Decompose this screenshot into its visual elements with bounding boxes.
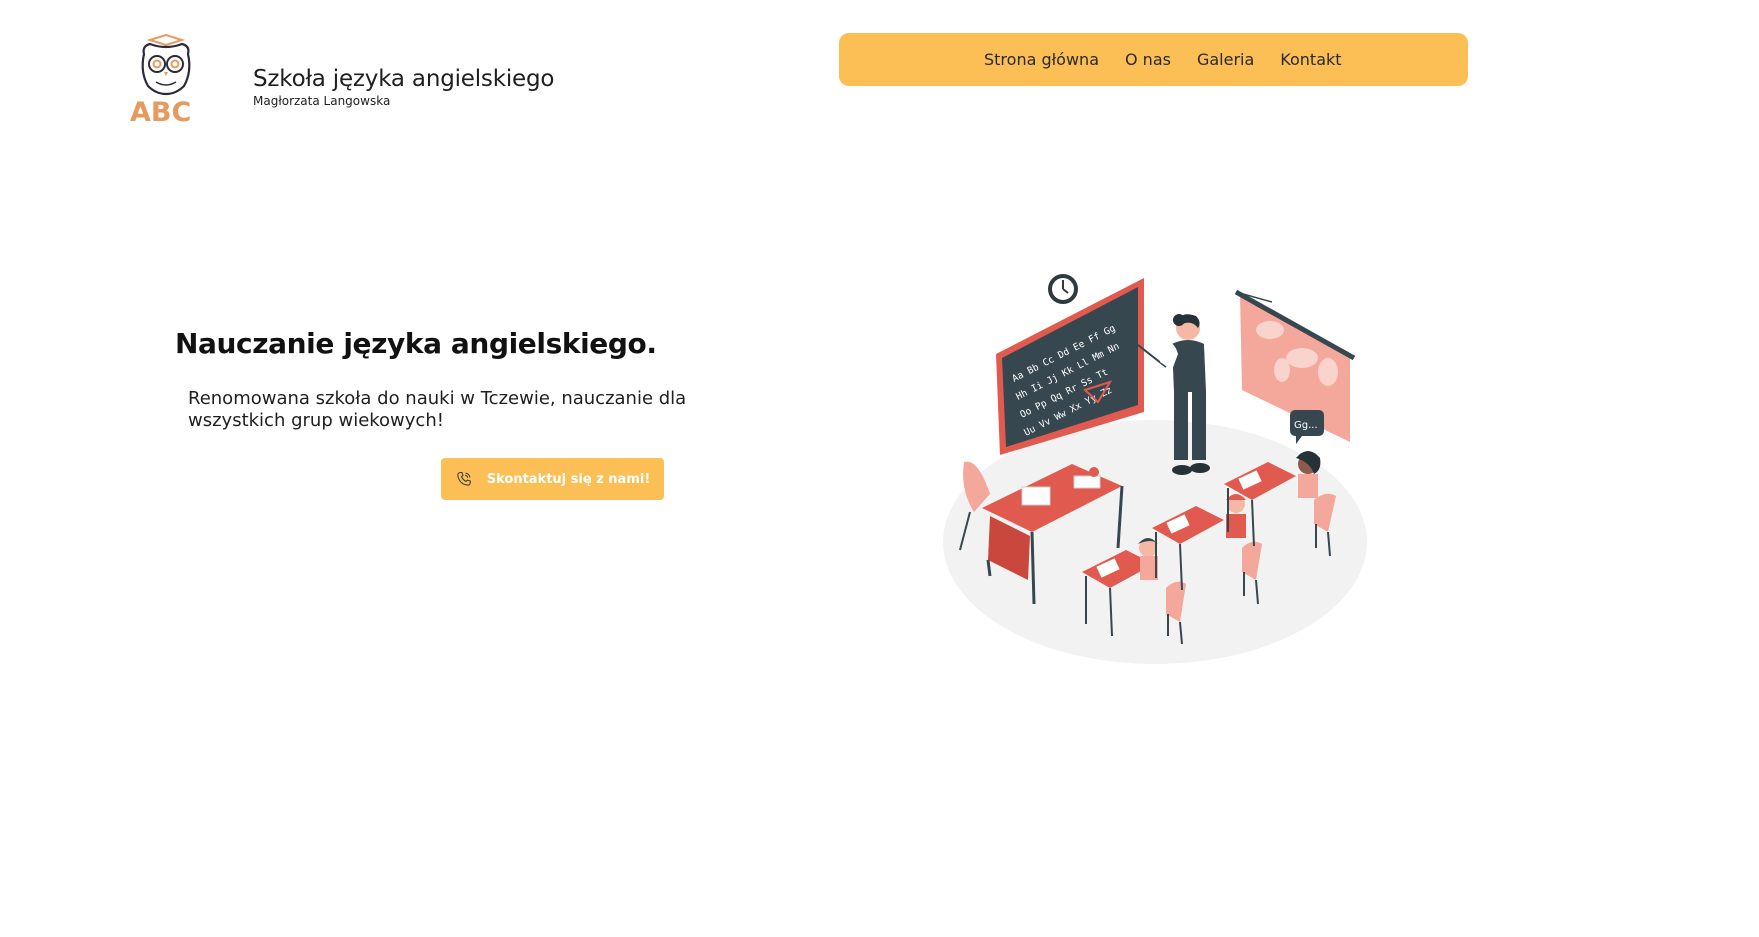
owl-logo-icon: ABC [130,33,191,128]
classroom-illustration: Aa Bb Cc Dd Ee Ff Gg Hh Ii Jj Kk Ll Mm N… [930,262,1380,672]
main-navigation: Strona główna O nas Galeria Kontakt [839,33,1468,86]
nav-item-gallery[interactable]: Galeria [1197,50,1254,69]
nav-item-home[interactable]: Strona główna [984,50,1099,69]
svg-text:ABC: ABC [130,97,191,128]
hero-heading: Nauczanie języka angielskiego. [175,327,657,360]
contact-us-button[interactable]: Skontaktuj się z nami! [441,458,664,500]
logo[interactable]: ABC [128,32,204,128]
hero-description: Renomowana szkoła do nauki w Tczewie, na… [188,388,687,431]
site-subtitle: Magłorzata Langowska [253,94,391,108]
site-title: Szkoła języka angielskiego [253,66,555,92]
nav-item-contact[interactable]: Kontakt [1280,50,1341,69]
svg-text:Gg...: Gg... [1294,420,1318,431]
nav-item-about[interactable]: O nas [1125,50,1171,69]
contact-us-label: Skontaktuj się z nami! [486,471,651,487]
classroom-illustration-image: Aa Bb Cc Dd Ee Ff Gg Hh Ii Jj Kk Ll Mm N… [943,274,1367,664]
phone-icon [457,471,471,486]
